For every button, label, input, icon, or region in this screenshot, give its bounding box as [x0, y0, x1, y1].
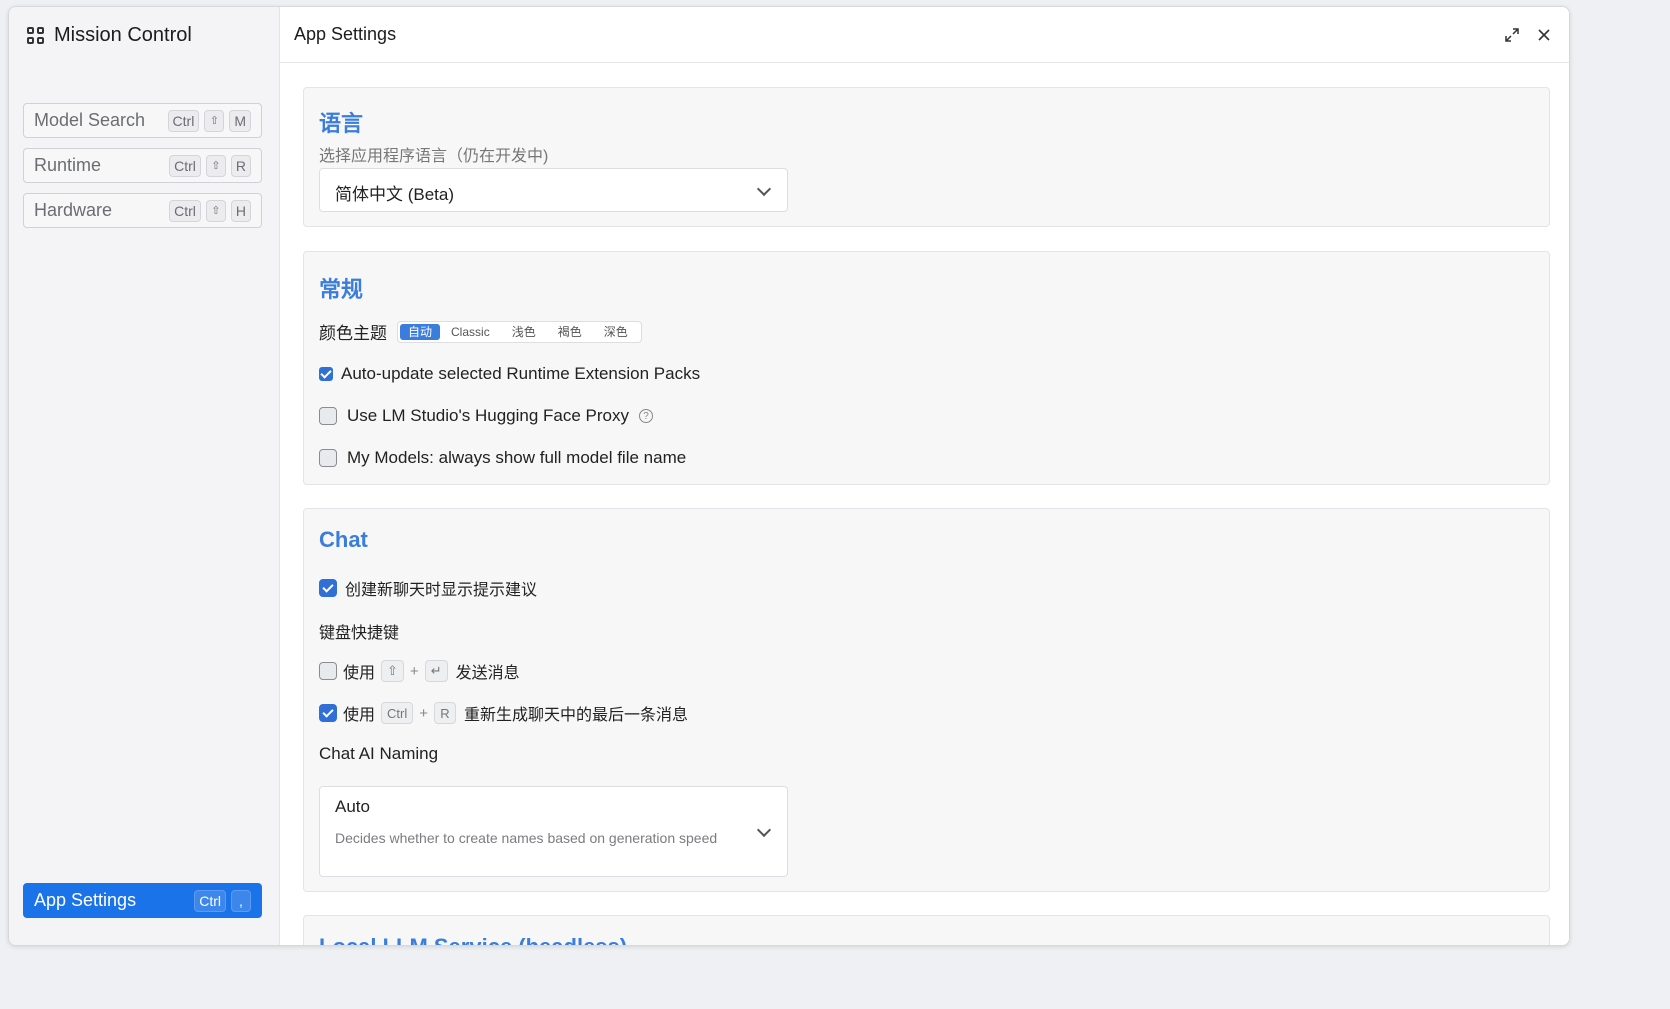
- theme-row: 颜色主题 自动 Classic 浅色 褐色 深色: [319, 319, 642, 344]
- settings-panel: App Settings 语言 选择应用程序语言（仍在开发中) 简体中文 (Be…: [280, 7, 1569, 945]
- shortcut-key: R: [434, 702, 456, 724]
- app-window: Mission Control Model Search Ctrl ⇧ M Ru…: [8, 6, 1570, 946]
- language-select-value: 简体中文 (Beta): [335, 185, 455, 204]
- suggestions-label: 创建新聊天时显示提示建议: [345, 582, 538, 599]
- language-section: 语言 选择应用程序语言（仍在开发中) 简体中文 (Beta): [303, 87, 1550, 227]
- shortcut-key: ⇧: [381, 660, 404, 682]
- local-service-section: Local LLM Service (headless): [303, 915, 1550, 945]
- section-title: 常规: [319, 277, 364, 302]
- chat-section: Chat 创建新聊天时显示提示建议 键盘快捷键 使用 ⇧ + ↵ 发送消息 使用: [303, 508, 1550, 892]
- shortcut-key: Ctrl: [169, 199, 201, 222]
- sidebar-title: Mission Control: [54, 23, 192, 46]
- sidebar-item-label: App Settings: [34, 890, 137, 910]
- shortcuts-heading: 键盘快捷键: [319, 625, 400, 642]
- theme-option-light[interactable]: 浅色: [501, 324, 547, 340]
- chevron-down-icon: [756, 181, 772, 197]
- shortcut-key: Ctrl: [167, 109, 200, 132]
- shortcut-key: R: [230, 154, 251, 177]
- theme-selector: 自动 Classic 浅色 褐色 深色: [397, 320, 642, 343]
- shortcut-key: ⇧: [205, 154, 226, 177]
- suggestions-row: 创建新聊天时显示提示建议: [319, 576, 537, 600]
- grid-icon: [27, 26, 44, 44]
- settings-content: 语言 选择应用程序语言（仍在开发中) 简体中文 (Beta) 常规 颜色主题 自…: [280, 64, 1569, 945]
- naming-label: Chat AI Naming: [319, 744, 439, 763]
- section-title: 语言: [319, 111, 364, 136]
- sidebar-item-label: Hardware: [34, 200, 113, 220]
- hf-proxy-checkbox[interactable]: [319, 407, 337, 425]
- naming-select-value: Auto: [335, 797, 370, 816]
- shortcut-key: Ctrl: [381, 702, 414, 724]
- send-suffix: 发送消息: [455, 665, 520, 682]
- section-title: Local LLM Service (headless): [319, 934, 627, 945]
- shortcut-key: Ctrl: [169, 154, 201, 177]
- theme-option-sepia[interactable]: 褐色: [547, 324, 593, 340]
- sidebar-item-app-settings[interactable]: App Settings Ctrl ,: [23, 883, 262, 918]
- help-icon[interactable]: ?: [639, 409, 653, 423]
- expand-icon[interactable]: [1501, 24, 1523, 46]
- theme-label: 颜色主题: [319, 324, 387, 343]
- regen-suffix: 重新生成聊天中的最后一条消息: [464, 707, 689, 724]
- send-prefix: 使用: [343, 665, 376, 682]
- shortcut-key: ↵: [424, 660, 448, 682]
- naming-select[interactable]: Auto Decides whether to create names bas…: [319, 786, 788, 877]
- theme-option-auto[interactable]: 自动: [400, 323, 441, 340]
- shortcut-key: M: [229, 109, 251, 132]
- language-description: 选择应用程序语言（仍在开发中): [319, 148, 549, 165]
- regen-shortcut-row: 使用 Ctrl + R 重新生成聊天中的最后一条消息: [319, 701, 688, 725]
- section-title: Chat: [319, 527, 368, 552]
- shortcut-key: ⇧: [204, 109, 225, 132]
- regen-prefix: 使用: [343, 707, 376, 724]
- sidebar-header: Mission Control: [27, 21, 192, 49]
- auto-update-row: Auto-update selected Runtime Extension P…: [319, 364, 700, 384]
- close-icon[interactable]: [1533, 24, 1555, 46]
- sidebar-item-label: Runtime: [34, 155, 102, 175]
- page-title: App Settings: [294, 24, 397, 44]
- full-name-row: My Models: always show full model file n…: [319, 448, 686, 468]
- shortcut-key: ,: [231, 889, 251, 912]
- naming-select-description: Decides whether to create names based on…: [335, 830, 718, 846]
- sidebar-item-hardware[interactable]: Hardware Ctrl ⇧ H: [23, 193, 262, 228]
- plus-sign: +: [409, 662, 419, 680]
- sidebar-item-label: Model Search: [34, 110, 146, 130]
- hf-proxy-label: Use LM Studio's Hugging Face Proxy: [347, 406, 629, 425]
- send-shortcut-row: 使用 ⇧ + ↵ 发送消息: [319, 659, 520, 683]
- full-name-label: My Models: always show full model file n…: [347, 448, 687, 467]
- shortcut-key: Ctrl: [194, 889, 226, 912]
- theme-option-dark[interactable]: 深色: [593, 324, 639, 340]
- language-select[interactable]: 简体中文 (Beta): [319, 168, 788, 212]
- plus-sign: +: [419, 704, 428, 722]
- sidebar-item-runtime[interactable]: Runtime Ctrl ⇧ R: [23, 148, 262, 183]
- sidebar-item-model-search[interactable]: Model Search Ctrl ⇧ M: [23, 103, 262, 138]
- general-section: 常规 颜色主题 自动 Classic 浅色 褐色 深色 Auto-update …: [303, 251, 1550, 485]
- sidebar: Mission Control Model Search Ctrl ⇧ M Ru…: [9, 7, 280, 945]
- shortcut-key: ⇧: [205, 199, 226, 222]
- panel-header: App Settings: [280, 7, 1569, 63]
- send-shortcut-checkbox[interactable]: [319, 662, 337, 680]
- hf-proxy-row: Use LM Studio's Hugging Face Proxy ?: [319, 406, 653, 426]
- regen-shortcut-checkbox[interactable]: [319, 704, 337, 722]
- full-name-checkbox[interactable]: [319, 449, 337, 467]
- theme-option-classic[interactable]: Classic: [440, 324, 501, 340]
- shortcut-key: H: [230, 199, 251, 222]
- auto-update-label: Auto-update selected Runtime Extension P…: [341, 364, 701, 383]
- chevron-down-icon: [756, 822, 772, 838]
- suggestions-checkbox[interactable]: [319, 579, 337, 597]
- auto-update-checkbox[interactable]: [319, 367, 333, 381]
